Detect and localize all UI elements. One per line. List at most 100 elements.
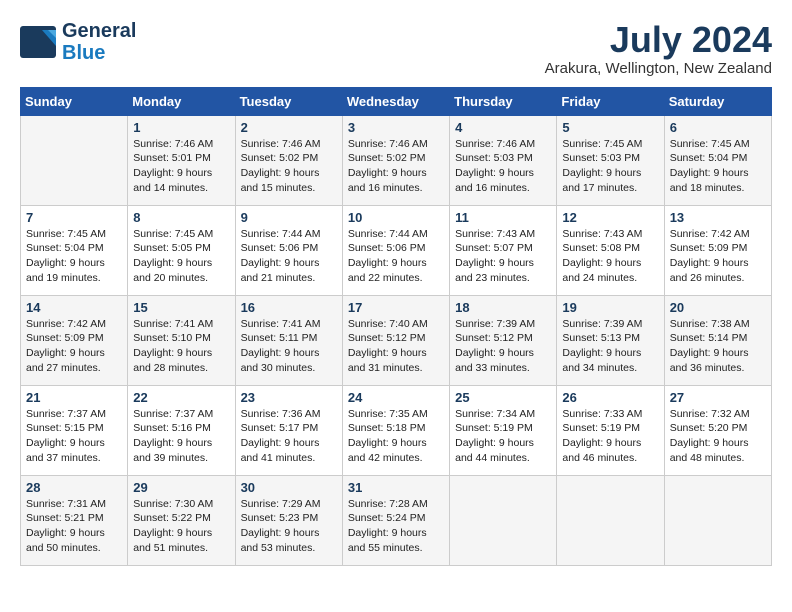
day-info: Sunrise: 7:35 AMSunset: 5:18 PMDaylight:… bbox=[348, 407, 444, 466]
day-info: Sunrise: 7:46 AMSunset: 5:02 PMDaylight:… bbox=[241, 137, 337, 196]
logo-icon bbox=[20, 26, 58, 58]
day-number: 8 bbox=[133, 210, 229, 225]
day-number: 11 bbox=[455, 210, 551, 225]
location-subtitle: Arakura, Wellington, New Zealand bbox=[545, 60, 772, 77]
day-info: Sunrise: 7:44 AMSunset: 5:06 PMDaylight:… bbox=[348, 227, 444, 286]
day-info: Sunrise: 7:36 AMSunset: 5:17 PMDaylight:… bbox=[241, 407, 337, 466]
calendar-week-row: 14 Sunrise: 7:42 AMSunset: 5:09 PMDayligh… bbox=[21, 295, 772, 385]
day-number: 16 bbox=[241, 300, 337, 315]
calendar-cell: 12Sunrise: 7:43 AMSunset: 5:08 PMDayligh… bbox=[557, 205, 664, 295]
day-info: Sunrise: 7:39 AMSunset: 5:12 PMDaylight:… bbox=[455, 317, 551, 376]
calendar-cell: 18Sunrise: 7:39 AMSunset: 5:12 PMDayligh… bbox=[450, 295, 557, 385]
calendar-cell: 14 Sunrise: 7:42 AMSunset: 5:09 PMDayligh… bbox=[21, 295, 128, 385]
calendar-table: SundayMondayTuesdayWednesdayThursdayFrid… bbox=[20, 87, 772, 566]
calendar-cell: 26 Sunrise: 7:33 AMSunset: 5:19 PMDayligh… bbox=[557, 385, 664, 475]
calendar-cell: 11Sunrise: 7:43 AMSunset: 5:07 PMDayligh… bbox=[450, 205, 557, 295]
calendar-cell: 22 Sunrise: 7:37 AMSunset: 5:16 PMDayligh… bbox=[128, 385, 235, 475]
day-info: Sunrise: 7:28 AMSunset: 5:24 PMDaylight:… bbox=[348, 497, 444, 556]
logo-blue: Blue bbox=[62, 42, 136, 64]
day-number: 3 bbox=[348, 120, 444, 135]
calendar-week-row: 28 Sunrise: 7:31 AMSunset: 5:21 PMDayligh… bbox=[21, 475, 772, 565]
calendar-cell: 6 Sunrise: 7:45 AMSunset: 5:04 PMDaylight… bbox=[664, 115, 771, 205]
day-of-week-header: Monday bbox=[128, 87, 235, 115]
calendar-cell: 17Sunrise: 7:40 AMSunset: 5:12 PMDayligh… bbox=[342, 295, 449, 385]
day-number: 10 bbox=[348, 210, 444, 225]
day-info: Sunrise: 7:41 AMSunset: 5:11 PMDaylight:… bbox=[241, 317, 337, 376]
calendar-cell: 31 Sunrise: 7:28 AMSunset: 5:24 PMDayligh… bbox=[342, 475, 449, 565]
day-info: Sunrise: 7:41 AMSunset: 5:10 PMDaylight:… bbox=[133, 317, 229, 376]
day-number: 22 bbox=[133, 390, 229, 405]
calendar-cell: 30 Sunrise: 7:29 AMSunset: 5:23 PMDayligh… bbox=[235, 475, 342, 565]
calendar-week-row: 7Sunrise: 7:45 AMSunset: 5:04 PMDaylight… bbox=[21, 205, 772, 295]
day-info: Sunrise: 7:39 AMSunset: 5:13 PMDaylight:… bbox=[562, 317, 658, 376]
day-number: 19 bbox=[562, 300, 658, 315]
calendar-header-row: SundayMondayTuesdayWednesdayThursdayFrid… bbox=[21, 87, 772, 115]
day-number: 7 bbox=[26, 210, 122, 225]
calendar-cell bbox=[664, 475, 771, 565]
day-info: Sunrise: 7:46 AMSunset: 5:03 PMDaylight:… bbox=[455, 137, 551, 196]
day-number: 25 bbox=[455, 390, 551, 405]
page-header: General Blue July 2024 Arakura, Wellingt… bbox=[20, 20, 772, 77]
logo-general: General bbox=[62, 20, 136, 42]
day-number: 29 bbox=[133, 480, 229, 495]
day-number: 23 bbox=[241, 390, 337, 405]
day-info: Sunrise: 7:43 AMSunset: 5:08 PMDaylight:… bbox=[562, 227, 658, 286]
day-info: Sunrise: 7:37 AMSunset: 5:15 PMDaylight:… bbox=[26, 407, 122, 466]
day-number: 14 bbox=[26, 300, 122, 315]
day-number: 15 bbox=[133, 300, 229, 315]
calendar-cell: 25 Sunrise: 7:34 AMSunset: 5:19 PMDayligh… bbox=[450, 385, 557, 475]
day-info: Sunrise: 7:32 AMSunset: 5:20 PMDaylight:… bbox=[670, 407, 766, 466]
calendar-cell: 7Sunrise: 7:45 AMSunset: 5:04 PMDaylight… bbox=[21, 205, 128, 295]
calendar-cell: 4 Sunrise: 7:46 AMSunset: 5:03 PMDaylight… bbox=[450, 115, 557, 205]
day-number: 28 bbox=[26, 480, 122, 495]
day-info: Sunrise: 7:30 AMSunset: 5:22 PMDaylight:… bbox=[133, 497, 229, 556]
day-info: Sunrise: 7:45 AMSunset: 5:03 PMDaylight:… bbox=[562, 137, 658, 196]
day-of-week-header: Thursday bbox=[450, 87, 557, 115]
day-number: 26 bbox=[562, 390, 658, 405]
day-number: 4 bbox=[455, 120, 551, 135]
calendar-cell: 29 Sunrise: 7:30 AMSunset: 5:22 PMDayligh… bbox=[128, 475, 235, 565]
day-number: 5 bbox=[562, 120, 658, 135]
day-number: 30 bbox=[241, 480, 337, 495]
calendar-cell: 28 Sunrise: 7:31 AMSunset: 5:21 PMDayligh… bbox=[21, 475, 128, 565]
day-of-week-header: Tuesday bbox=[235, 87, 342, 115]
day-number: 21 bbox=[26, 390, 122, 405]
calendar-cell: 27 Sunrise: 7:32 AMSunset: 5:20 PMDayligh… bbox=[664, 385, 771, 475]
calendar-cell: 9Sunrise: 7:44 AMSunset: 5:06 PMDaylight… bbox=[235, 205, 342, 295]
day-info: Sunrise: 7:42 AMSunset: 5:09 PMDaylight:… bbox=[26, 317, 122, 376]
day-number: 24 bbox=[348, 390, 444, 405]
day-info: Sunrise: 7:33 AMSunset: 5:19 PMDaylight:… bbox=[562, 407, 658, 466]
calendar-cell: 19 Sunrise: 7:39 AMSunset: 5:13 PMDayligh… bbox=[557, 295, 664, 385]
day-of-week-header: Sunday bbox=[21, 87, 128, 115]
day-number: 6 bbox=[670, 120, 766, 135]
calendar-cell: 2 Sunrise: 7:46 AMSunset: 5:02 PMDaylight… bbox=[235, 115, 342, 205]
day-info: Sunrise: 7:40 AMSunset: 5:12 PMDaylight:… bbox=[348, 317, 444, 376]
day-info: Sunrise: 7:31 AMSunset: 5:21 PMDaylight:… bbox=[26, 497, 122, 556]
month-year-title: July 2024 bbox=[545, 20, 772, 60]
day-info: Sunrise: 7:38 AMSunset: 5:14 PMDaylight:… bbox=[670, 317, 766, 376]
day-info: Sunrise: 7:37 AMSunset: 5:16 PMDaylight:… bbox=[133, 407, 229, 466]
calendar-cell: 15 Sunrise: 7:41 AMSunset: 5:10 PMDayligh… bbox=[128, 295, 235, 385]
calendar-week-row: 21 Sunrise: 7:37 AMSunset: 5:15 PMDayligh… bbox=[21, 385, 772, 475]
day-of-week-header: Saturday bbox=[664, 87, 771, 115]
day-number: 13 bbox=[670, 210, 766, 225]
calendar-cell: 10 Sunrise: 7:44 AMSunset: 5:06 PMDayligh… bbox=[342, 205, 449, 295]
day-number: 9 bbox=[241, 210, 337, 225]
day-number: 2 bbox=[241, 120, 337, 135]
day-info: Sunrise: 7:34 AMSunset: 5:19 PMDaylight:… bbox=[455, 407, 551, 466]
calendar-cell: 24 Sunrise: 7:35 AMSunset: 5:18 PMDayligh… bbox=[342, 385, 449, 475]
calendar-cell bbox=[21, 115, 128, 205]
calendar-cell: 23 Sunrise: 7:36 AMSunset: 5:17 PMDayligh… bbox=[235, 385, 342, 475]
day-number: 1 bbox=[133, 120, 229, 135]
title-block: July 2024 Arakura, Wellington, New Zeala… bbox=[545, 20, 772, 77]
calendar-cell: 8Sunrise: 7:45 AMSunset: 5:05 PMDaylight… bbox=[128, 205, 235, 295]
day-of-week-header: Wednesday bbox=[342, 87, 449, 115]
day-number: 31 bbox=[348, 480, 444, 495]
calendar-cell bbox=[557, 475, 664, 565]
day-info: Sunrise: 7:29 AMSunset: 5:23 PMDaylight:… bbox=[241, 497, 337, 556]
day-info: Sunrise: 7:45 AMSunset: 5:04 PMDaylight:… bbox=[670, 137, 766, 196]
day-of-week-header: Friday bbox=[557, 87, 664, 115]
logo: General Blue bbox=[20, 20, 136, 64]
day-number: 27 bbox=[670, 390, 766, 405]
calendar-cell: 13Sunrise: 7:42 AMSunset: 5:09 PMDayligh… bbox=[664, 205, 771, 295]
